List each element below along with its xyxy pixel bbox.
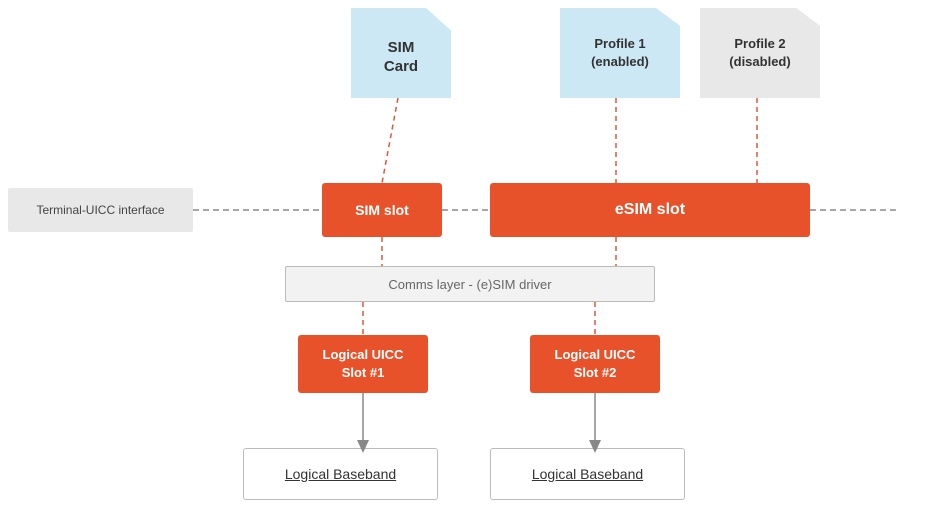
diagram: SIM Card Profile 1(enabled) Profile 2(di… <box>0 0 935 519</box>
logical-baseband1-box: Logical Baseband <box>243 448 438 500</box>
profile1-label: Profile 1(enabled) <box>591 35 649 71</box>
logical-baseband2-box: Logical Baseband <box>490 448 685 500</box>
comms-layer-label: Comms layer - (e)SIM driver <box>388 277 551 292</box>
logical-baseband2-label: Logical Baseband <box>532 466 643 482</box>
terminal-box: Terminal-UICC interface <box>8 188 193 232</box>
terminal-label: Terminal-UICC interface <box>36 203 164 217</box>
esim-slot-box: eSIM slot <box>490 183 810 237</box>
logical-uicc-slot2-label: Logical UICCSlot #2 <box>555 346 636 382</box>
profile2-box: Profile 2(disabled) <box>700 8 820 98</box>
sim-card-label: SIM Card <box>384 38 418 77</box>
comms-layer-box: Comms layer - (e)SIM driver <box>285 266 655 302</box>
logical-uicc-slot1-label: Logical UICCSlot #1 <box>323 346 404 382</box>
profile2-label: Profile 2(disabled) <box>729 35 790 71</box>
logical-uicc-slot1-box: Logical UICCSlot #1 <box>298 335 428 393</box>
sim-card-box: SIM Card <box>351 8 451 98</box>
sim-slot-box: SIM slot <box>322 183 442 237</box>
logical-uicc-slot2-box: Logical UICCSlot #2 <box>530 335 660 393</box>
logical-baseband1-label: Logical Baseband <box>285 466 396 482</box>
profile1-box: Profile 1(enabled) <box>560 8 680 98</box>
sim-slot-label: SIM slot <box>355 202 409 218</box>
esim-slot-label: eSIM slot <box>615 201 685 219</box>
